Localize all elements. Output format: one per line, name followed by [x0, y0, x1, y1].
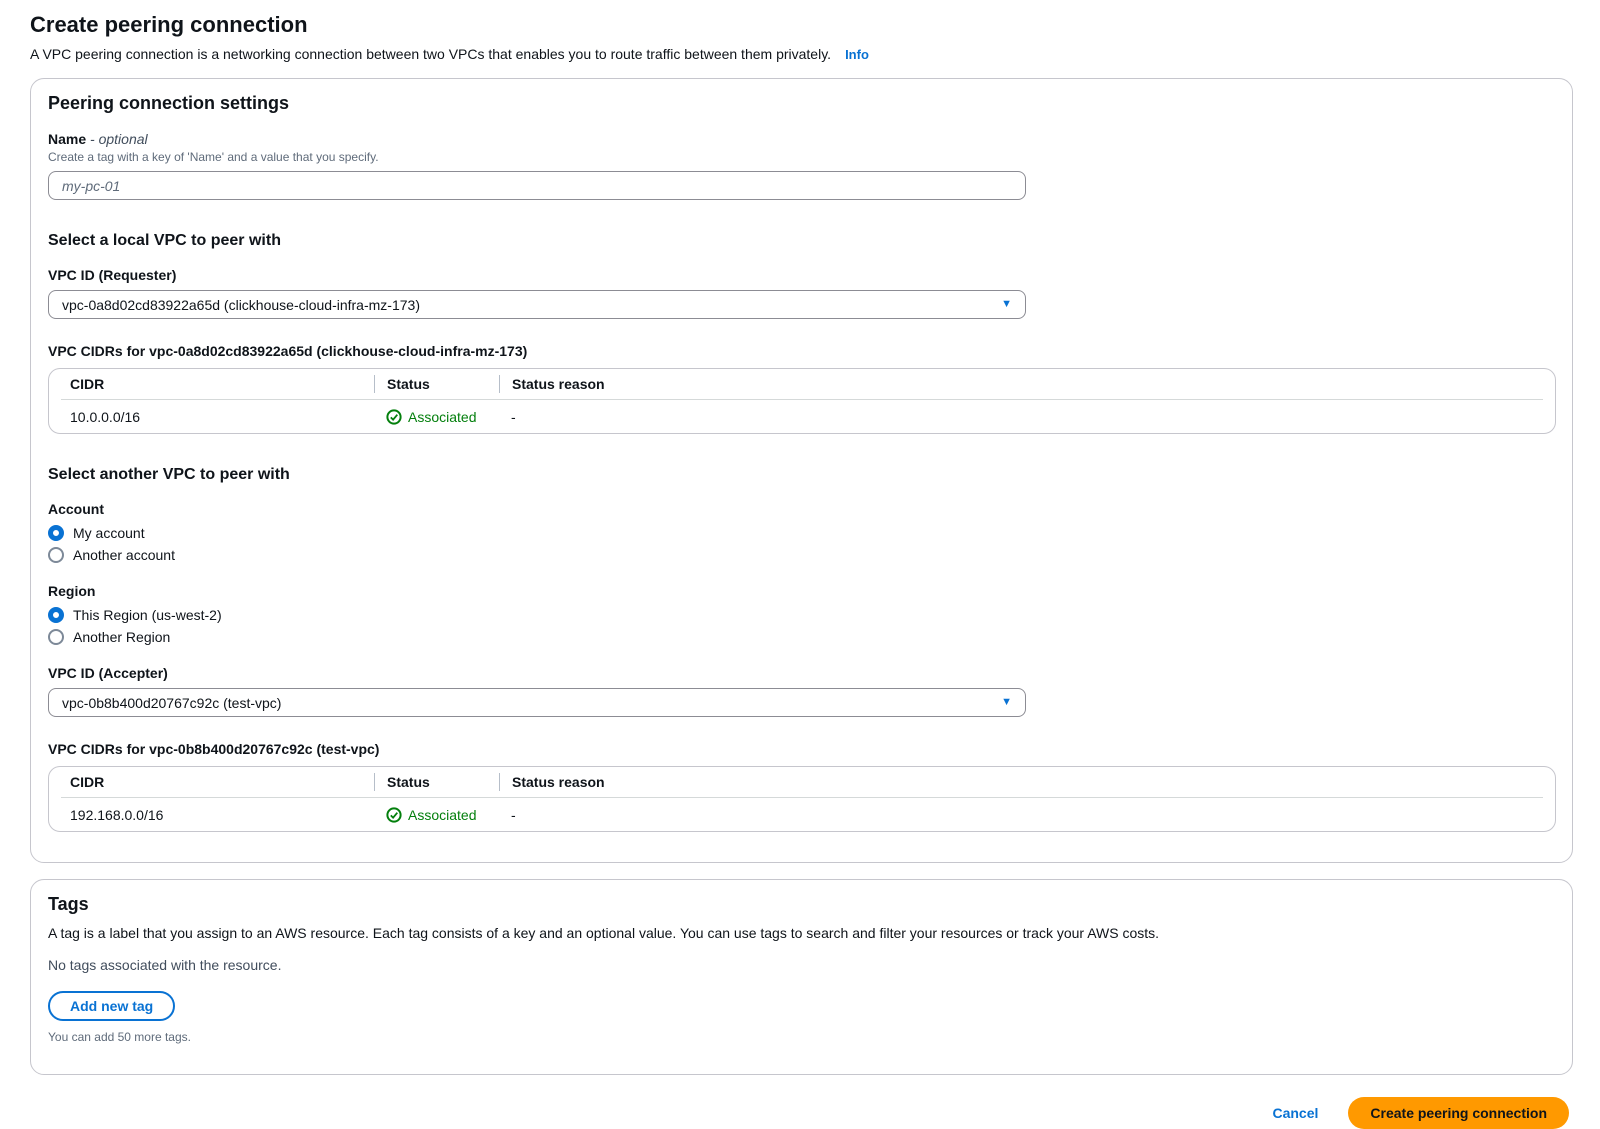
status-cell: Associated [374, 409, 499, 425]
name-input[interactable] [48, 171, 1026, 200]
page-header: Create peering connection A VPC peering … [0, 0, 1600, 62]
column-header-cidr: CIDR [61, 375, 374, 393]
page-description: A VPC peering connection is a networking… [30, 46, 1570, 62]
column-header-cidr: CIDR [61, 773, 374, 791]
column-header-status-reason: Status reason [499, 375, 1543, 393]
radio-another-account[interactable]: Another account [48, 544, 1555, 566]
check-circle-icon [386, 409, 402, 425]
chevron-down-icon: ▼ [1001, 299, 1012, 310]
table-row: 192.168.0.0/16 Associated - [61, 798, 1543, 831]
page-title: Create peering connection [30, 12, 1570, 38]
footer-actions: Cancel Create peering connection [0, 1097, 1569, 1129]
peering-settings-card: Peering connection settings Name - optio… [30, 78, 1573, 863]
tags-card: Tags A tag is a label that you assign to… [30, 879, 1573, 1075]
chevron-down-icon: ▼ [1001, 697, 1012, 708]
radio-my-account[interactable]: My account [48, 522, 1555, 544]
account-label: Account [48, 501, 1555, 517]
cancel-button[interactable]: Cancel [1272, 1105, 1318, 1121]
cidr-value: 192.168.0.0/16 [61, 807, 374, 823]
region-radio-group: This Region (us-west-2) Another Region [48, 604, 1555, 648]
requester-cidr-table: CIDR Status Status reason 10.0.0.0/16 As… [48, 368, 1556, 434]
status-badge: Associated [386, 409, 476, 425]
radio-selected-icon[interactable] [48, 607, 64, 623]
status-text: Associated [408, 807, 476, 823]
table-row: 10.0.0.0/16 Associated - [61, 400, 1543, 433]
accepter-vpc-label: VPC ID (Accepter) [48, 665, 1555, 681]
requester-vpc-label: VPC ID (Requester) [48, 267, 1555, 283]
region-label: Region [48, 583, 1555, 599]
cidr-value: 10.0.0.0/16 [61, 409, 374, 425]
status-reason-value: - [499, 409, 1543, 425]
accepter-vpc-selected-value: vpc-0b8b400d20767c92c (test-vpc) [62, 695, 281, 711]
radio-selected-icon[interactable] [48, 525, 64, 541]
name-field-description: Create a tag with a key of 'Name' and a … [48, 150, 1555, 164]
settings-card-title: Peering connection settings [48, 93, 1555, 114]
local-vpc-heading: Select a local VPC to peer with [48, 232, 1555, 250]
column-header-status: Status [374, 773, 499, 791]
page-description-text: A VPC peering connection is a networking… [30, 46, 831, 62]
other-vpc-heading: Select another VPC to peer with [48, 466, 1555, 484]
requester-vpc-selected-value: vpc-0a8d02cd83922a65d (clickhouse-cloud-… [62, 297, 420, 313]
tags-description: A tag is a label that you assign to an A… [48, 925, 1555, 941]
status-reason-value: - [499, 807, 1543, 823]
name-optional-suffix: - optional [90, 131, 148, 147]
create-peering-connection-button[interactable]: Create peering connection [1348, 1097, 1569, 1129]
tags-card-title: Tags [48, 894, 1555, 915]
table-header-row: CIDR Status Status reason [61, 369, 1543, 400]
tags-empty-text: No tags associated with the resource. [48, 957, 1555, 973]
radio-unselected-icon[interactable] [48, 629, 64, 645]
accepter-cidr-table: CIDR Status Status reason 192.168.0.0/16… [48, 766, 1556, 832]
column-header-status-reason: Status reason [499, 773, 1543, 791]
check-circle-icon [386, 807, 402, 823]
table-header-row: CIDR Status Status reason [61, 767, 1543, 798]
accepter-vpc-select[interactable]: vpc-0b8b400d20767c92c (test-vpc) ▼ [48, 688, 1026, 717]
status-cell: Associated [374, 807, 499, 823]
radio-this-region[interactable]: This Region (us-west-2) [48, 604, 1555, 626]
column-header-status: Status [374, 375, 499, 393]
requester-vpc-select[interactable]: vpc-0a8d02cd83922a65d (clickhouse-cloud-… [48, 290, 1026, 319]
name-field-label: Name - optional [48, 131, 1555, 147]
accepter-cidr-table-label: VPC CIDRs for vpc-0b8b400d20767c92c (tes… [48, 741, 1555, 757]
account-radio-group: My account Another account [48, 522, 1555, 566]
add-new-tag-button[interactable]: Add new tag [48, 991, 175, 1021]
radio-another-region[interactable]: Another Region [48, 626, 1555, 648]
info-link[interactable]: Info [845, 47, 869, 62]
radio-unselected-icon[interactable] [48, 547, 64, 563]
status-text: Associated [408, 409, 476, 425]
status-badge: Associated [386, 807, 476, 823]
requester-cidr-table-label: VPC CIDRs for vpc-0a8d02cd83922a65d (cli… [48, 343, 1555, 359]
